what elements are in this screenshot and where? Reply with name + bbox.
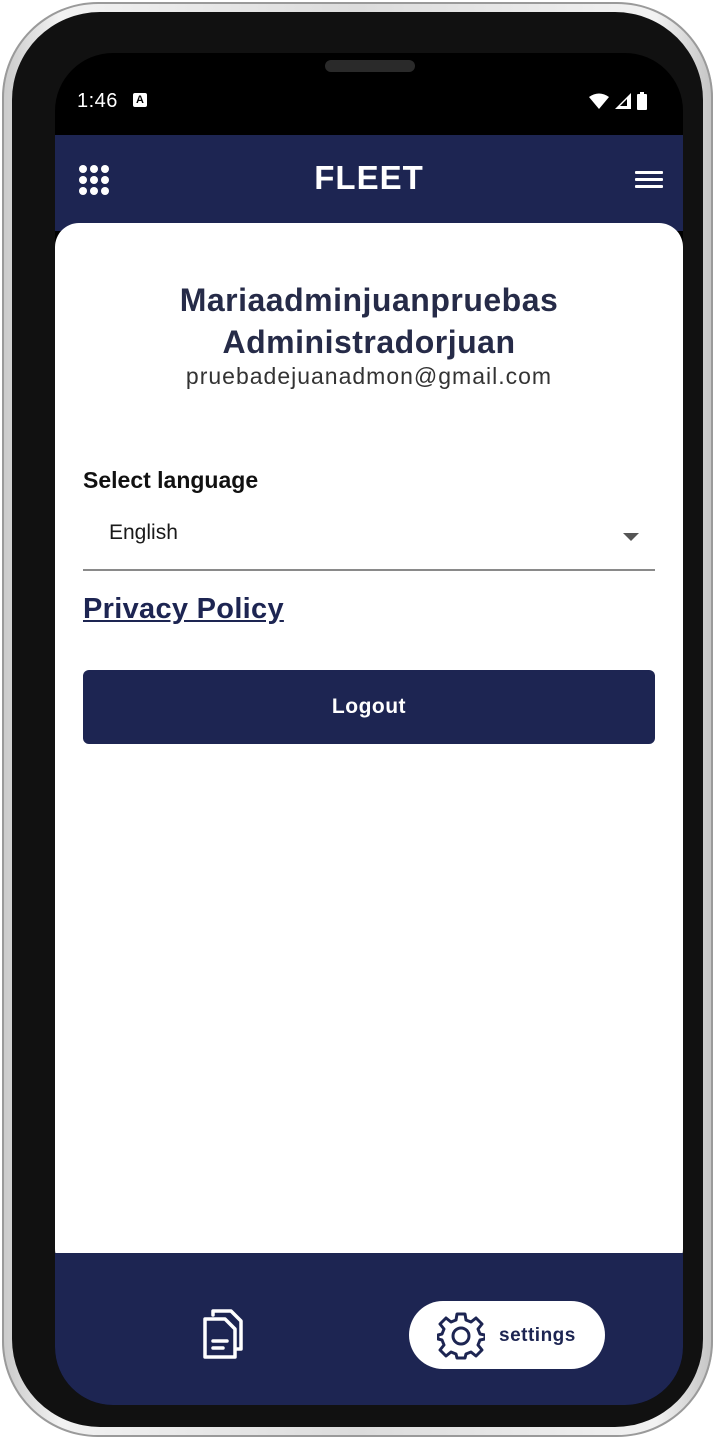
settings-panel: Mariaadminjuanpruebas Administradorjuan … xyxy=(55,223,683,1273)
user-first-name: Mariaadminjuanpruebas xyxy=(179,282,559,318)
language-dropdown[interactable]: English xyxy=(83,507,655,571)
signal-icon xyxy=(615,93,631,109)
settings-label: settings xyxy=(499,1325,576,1346)
phone-screen: 1:46 A FLEET Mariaadminjuanpruebas Admin… xyxy=(55,53,683,1405)
bottom-nav: settings xyxy=(55,1253,683,1405)
logout-button[interactable]: Logout xyxy=(83,670,655,744)
status-icons xyxy=(589,92,647,110)
hamburger-menu-icon[interactable] xyxy=(635,169,663,191)
user-last-name: Administradorjuan xyxy=(222,324,516,360)
user-email: pruebadejuanadmon@gmail.com xyxy=(185,363,553,389)
user-name: Mariaadminjuanpruebas Administradorjuan xyxy=(55,279,683,363)
nav-settings-tab[interactable]: settings xyxy=(409,1301,605,1369)
phone-bezel: 1:46 A FLEET Mariaadminjuanpruebas Admin… xyxy=(12,12,703,1427)
privacy-policy-link[interactable]: Privacy Policy xyxy=(83,593,284,626)
language-label: Select language xyxy=(83,467,259,493)
caret-down-icon xyxy=(623,533,639,541)
battery-icon xyxy=(637,92,647,110)
wifi-icon xyxy=(589,93,609,109)
app-title: FLEET xyxy=(314,159,424,196)
gear-icon xyxy=(437,1312,485,1360)
a-notification-icon: A xyxy=(133,93,147,107)
status-time: 1:46 xyxy=(77,90,118,112)
documents-icon[interactable] xyxy=(201,1309,245,1359)
phone-frame: 1:46 A FLEET Mariaadminjuanpruebas Admin… xyxy=(2,2,713,1437)
app-bar: FLEET xyxy=(55,135,683,231)
speaker xyxy=(325,60,415,72)
language-selected-value: English xyxy=(109,521,178,544)
